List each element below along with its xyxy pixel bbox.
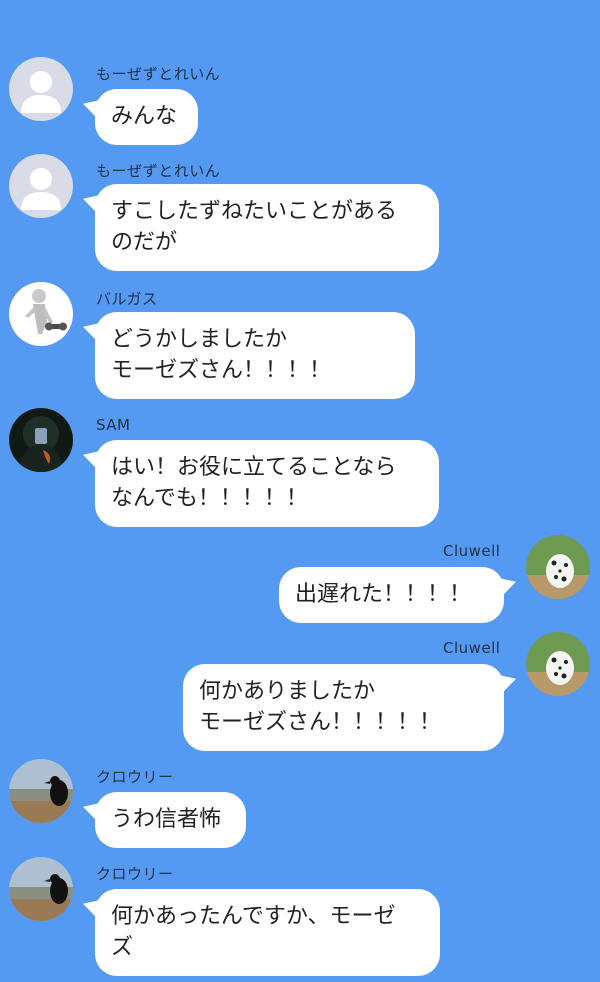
message-bubble[interactable]: 出遅れた！！！！ [279,567,516,623]
message-text: ズ [111,935,134,960]
message-text: 何かありましたか [199,679,376,704]
message-text: うわ信者怖 [111,807,222,832]
dalmatian-icon [526,535,590,599]
sender-name: もーぜずとれいん [96,162,221,180]
sender-name: SAM [96,416,131,434]
sender-name: バルガス [96,290,158,308]
default-user-icon [9,154,73,218]
hooded-figure-icon [9,408,73,472]
sender-name: Cluwell [443,639,501,657]
sender-name: クロウリー [96,768,174,786]
message-text: はい！お役に立てることなら [111,455,397,480]
default-user-icon [9,57,73,121]
avatar[interactable] [9,759,73,823]
message-text: 何かあったんですか、モーゼ [111,904,396,929]
avatar[interactable] [9,154,73,218]
avatar[interactable] [526,535,590,599]
message-bubble[interactable]: どうかしましたか モーゼズさん！！！！ [83,312,415,399]
avatar[interactable] [9,57,73,121]
message-text: モーゼズさん！！！！！ [199,710,442,735]
message-text: なんでも！！！！！ [111,486,308,511]
avatar[interactable] [526,632,590,696]
avatar[interactable] [9,408,73,472]
dumbbell-figure-icon [9,282,73,346]
message-bubble[interactable]: はい！お役に立てることなら なんでも！！！！！ [83,440,439,527]
message-text: すこしたずねたいことがある [111,199,398,224]
avatar[interactable] [9,857,73,921]
message-text: 出遅れた！！！！ [295,582,472,607]
sender-name: Cluwell [443,542,501,560]
avatar[interactable] [9,282,73,346]
message-bubble[interactable]: うわ信者怖 [83,792,246,848]
message-bubble[interactable]: 何かあったんですか、モーゼ ズ [83,889,440,976]
crow-icon [9,759,73,823]
message-bubble[interactable]: みんな [83,89,198,145]
message-bubble[interactable]: すこしたずねたいことがある のだが [83,184,439,271]
message-bubble[interactable]: 何かありましたか モーゼズさん！！！！！ [183,664,516,751]
message-text: モーゼズさん！！！！ [111,358,332,383]
message-text: みんな [111,104,178,129]
sender-name: クロウリー [96,865,174,883]
sender-name: もーぜずとれいん [96,65,221,83]
dalmatian-icon [526,632,590,696]
message-text: どうかしましたか [111,327,288,352]
crow-icon [9,857,73,921]
message-text: のだが [111,230,178,255]
